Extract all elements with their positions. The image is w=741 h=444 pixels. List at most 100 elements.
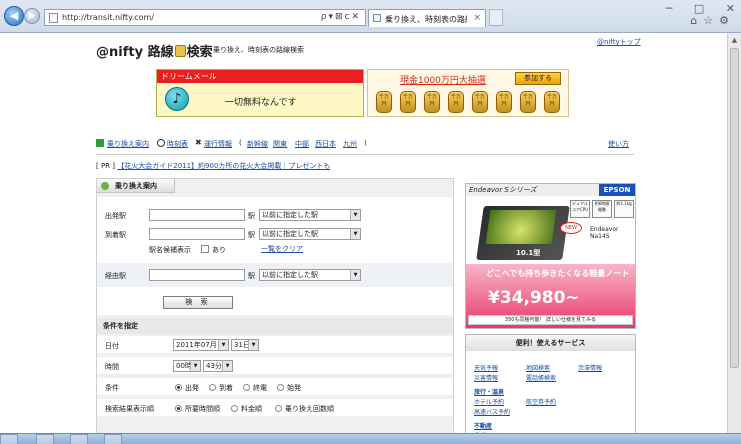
service-nav: 乗り換え案内 時刻表 ✖ 運行情報 ( 新幹線 関東 中部 西日本 九州 ) 使… xyxy=(96,139,634,151)
chevron-down-icon: ▼ xyxy=(248,340,258,350)
spec-cpu-badge: デュアルコアCPU xyxy=(570,200,590,218)
link-flight[interactable]: 航空券予約 xyxy=(526,397,556,406)
gold-coin-icon: 千万円 xyxy=(472,91,488,113)
from-label: 出発駅 xyxy=(105,212,126,220)
nav-howto[interactable]: 使い方 xyxy=(608,139,629,149)
gold-coin-icon: 千万円 xyxy=(376,91,392,113)
radio-arrival[interactable] xyxy=(209,384,216,391)
media-taskbar-icon[interactable] xyxy=(104,434,122,444)
address-controls[interactable]: ρ▾⊠c✕ xyxy=(321,12,361,22)
time-minute-select[interactable]: 43分 ▼ xyxy=(203,360,233,372)
site-logo[interactable]: @nifty 路線 検索 xyxy=(96,41,213,60)
via-eki-suffix: 駅 xyxy=(248,272,255,280)
browser-tab[interactable]: 乗り換え、時刻表の路線... × xyxy=(368,9,486,27)
radio-arrival-label: 到着 xyxy=(219,384,233,392)
link-traffic[interactable]: 渋滞情報 xyxy=(578,363,602,372)
radio-first-train[interactable] xyxy=(277,384,284,391)
epson-details-link[interactable]: 350も同梱可能！ 詳しい仕様を見てみる xyxy=(468,315,633,325)
nav-kyushu[interactable]: 九州 xyxy=(343,139,357,149)
nav-shinkansen[interactable]: 新幹線 xyxy=(247,139,268,149)
chevron-down-icon: ▼ xyxy=(222,361,232,371)
back-icon[interactable]: ◀ xyxy=(4,6,24,26)
logo-text-suffix: 検索 xyxy=(186,45,213,60)
link-hotel[interactable]: ホテル予約 xyxy=(474,397,504,406)
nav-timetable[interactable]: 時刻表 xyxy=(167,139,188,149)
nav-west-japan[interactable]: 西日本 xyxy=(315,139,336,149)
radio-order-time[interactable] xyxy=(175,405,182,412)
address-bar[interactable]: http://transit.nifty.com/ ρ▾⊠c✕ xyxy=(44,9,366,26)
clear-history-link[interactable]: 一覧をクリア xyxy=(261,244,303,254)
date-month-value: 2011年07月 xyxy=(176,341,217,349)
spec-battery-badge: 約6時間駆動 xyxy=(592,200,612,218)
time-minute-value: 43分 xyxy=(206,362,222,370)
via-label: 経由駅 xyxy=(105,272,126,280)
scroll-thumb[interactable] xyxy=(730,48,739,368)
lottery-title[interactable]: 現金1000万円大抽選 xyxy=(400,73,486,86)
to-history-select[interactable]: 以前に指定した駅 ▼ xyxy=(259,228,361,240)
lottery-banner[interactable]: 現金1000万円大抽選 参加する 千万円 千万円 千万円 千万円 千万円 千万円… xyxy=(367,69,569,117)
via-row: 経由駅 駅 以前に指定した駅 ▼ xyxy=(97,263,453,287)
radio-departure[interactable] xyxy=(175,384,182,391)
via-station-input[interactable] xyxy=(149,269,245,281)
transfer-search-panel: 乗り換え案内 出発駅 駅 以前に指定した駅 ▼ 到着駅 駅 以前に指定した駅 ▼ 駅… xyxy=(96,178,454,444)
lottery-join-button[interactable]: 参加する xyxy=(515,72,561,85)
link-disaster[interactable]: 災害情報 xyxy=(474,373,498,382)
date-row: 日付 2011年07月 ▼ 31日 ▼ xyxy=(97,336,453,354)
link-weather[interactable]: 天気予報 xyxy=(474,363,498,372)
link-map[interactable]: 地図検索 xyxy=(526,363,550,372)
tab-close-icon[interactable]: × xyxy=(473,13,481,23)
from-history-select[interactable]: 以前に指定した駅 ▼ xyxy=(259,209,361,221)
candidate-checkbox[interactable] xyxy=(201,245,209,253)
ie-taskbar-icon[interactable] xyxy=(36,434,54,444)
gold-coin-icon: 千万円 xyxy=(520,91,536,113)
vertical-scrollbar[interactable]: ▲ xyxy=(727,33,741,444)
site-tagline: 乗り換え、時刻表の路線検索 xyxy=(213,46,304,54)
link-highway-bus[interactable]: 高速バス予約 xyxy=(474,407,510,416)
radio-order-transfers[interactable] xyxy=(275,405,282,412)
spec-weight-badge: 約1.1kg xyxy=(614,200,634,218)
scroll-up-icon[interactable]: ▲ xyxy=(730,36,739,44)
dreammail-text: 一切無料なんです xyxy=(225,98,297,108)
minimize-icon[interactable]: ─ xyxy=(666,2,673,15)
condition-row: 条件 出発 到着 終電 始発 xyxy=(97,378,453,396)
search-form: 出発駅 駅 以前に指定した駅 ▼ 到着駅 駅 以前に指定した駅 ▼ 駅名候補表示 あ… xyxy=(97,197,453,315)
forward-icon[interactable]: ▶ xyxy=(24,8,40,24)
via-history-select[interactable]: 以前に指定した駅 ▼ xyxy=(259,269,361,281)
date-month-select[interactable]: 2011年07月 ▼ xyxy=(173,339,229,351)
nav-transfer[interactable]: 乗り換え案内 xyxy=(107,139,149,149)
link-phonebook[interactable]: 電話帳検索 xyxy=(526,373,556,382)
logo-text-prefix: @nifty 路線 xyxy=(96,45,174,60)
pr-link[interactable]: 【花火大会ガイド2011】約900カ所の花火大会掲載｜プレゼントも xyxy=(117,162,330,170)
epson-banner[interactable]: Endeavor Sシリーズ EPSON デュアルコアCPU 約6時間駆動 約1… xyxy=(465,183,636,329)
nav-kanto[interactable]: 関東 xyxy=(273,139,287,149)
panel-title: 乗り換え案内 xyxy=(115,182,157,190)
start-icon[interactable] xyxy=(0,434,18,444)
gold-coin-icon: 千万円 xyxy=(544,91,560,113)
from-station-input[interactable] xyxy=(149,209,245,221)
travel-heading[interactable]: 旅行・温泉 xyxy=(474,387,504,396)
radio-last-train[interactable] xyxy=(243,384,250,391)
chevron-down-icon: ▼ xyxy=(350,270,360,280)
tab-title[interactable]: 乗り換え、時刻表の路線... xyxy=(385,14,467,25)
nav-paren-open: ( xyxy=(239,139,242,147)
browser-tools-icons[interactable]: ⌂☆⚙ xyxy=(690,14,735,27)
laptop-screen-image xyxy=(485,210,557,244)
date-day-select[interactable]: 31日 ▼ xyxy=(231,339,259,351)
services-heading: 便利！使えるサービス xyxy=(466,335,635,351)
time-hour-select[interactable]: 00時 ▼ xyxy=(173,360,201,372)
new-tab-button[interactable] xyxy=(489,9,503,26)
to-station-input[interactable] xyxy=(149,228,245,240)
realestate-heading[interactable]: 不動産 xyxy=(474,421,492,430)
address-url[interactable]: http://transit.nifty.com/ xyxy=(62,13,154,22)
gold-coin-icon: 千万円 xyxy=(424,91,440,113)
folder-taskbar-icon[interactable] xyxy=(70,434,88,444)
dreammail-banner[interactable]: ドリームメール ♪ 一切無料なんです xyxy=(156,69,364,117)
nav-chubu[interactable]: 中部 xyxy=(295,139,309,149)
nifty-top-link[interactable]: @niftyトップ xyxy=(597,37,641,47)
radio-order-time-label: 所要時間順 xyxy=(185,405,220,413)
search-button[interactable]: 検 索 xyxy=(163,296,233,309)
transfer-icon xyxy=(96,139,104,147)
radio-order-fare[interactable] xyxy=(231,405,238,412)
condition-label: 条件 xyxy=(105,384,119,392)
nav-service-info[interactable]: 運行情報 xyxy=(204,139,232,149)
